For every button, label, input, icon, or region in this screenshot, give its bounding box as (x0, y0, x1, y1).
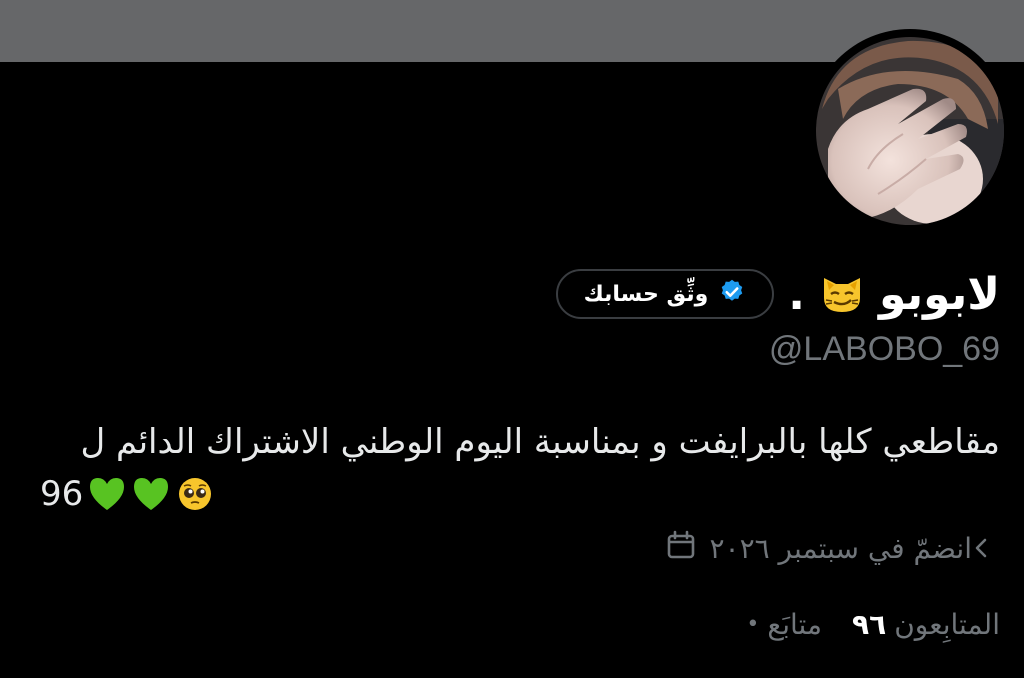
name-suffix: . (788, 268, 806, 320)
verified-badge-icon (718, 278, 746, 310)
display-name: لابوبو (879, 268, 1000, 320)
green-heart-icon (131, 474, 171, 514)
followers-count[interactable]: ٩٦ (852, 608, 886, 641)
verify-account-label: وثِّق حسابك (583, 281, 709, 307)
bio-line-2: 96 (40, 468, 1000, 520)
name-row: لابوبو . وثِّق حسابك (552, 262, 1000, 326)
smirking-cat-icon (819, 271, 865, 317)
pleading-face-icon (175, 474, 215, 514)
avatar-photo (810, 31, 1010, 231)
green-heart-icon (87, 474, 127, 514)
joined-label: انضمّ في سبتمبر ٢٠٢٦ (709, 531, 972, 565)
bio-number: 96 (40, 474, 84, 514)
bio: مقاطعي كلها بالبرايفت و بمناسبة اليوم ال… (40, 416, 1000, 520)
bullet-separator: • (746, 611, 760, 637)
bio-line-1: مقاطعي كلها بالبرايفت و بمناسبة اليوم ال… (80, 422, 1000, 462)
profile-page: لابوبو . وثِّق حسابك @LABOBO_69 مقاطعي ك… (0, 0, 1024, 678)
calendar-icon (665, 529, 697, 568)
avatar[interactable] (808, 29, 1012, 233)
user-handle: @LABOBO_69 (768, 330, 1000, 368)
follow-stats: • متابَع ٩٦ المتابِعون (744, 604, 1000, 644)
joined-date: انضمّ في سبتمبر ٢٠٢٦ (665, 528, 972, 568)
followers-link[interactable]: المتابِعون (894, 608, 1000, 641)
following-link[interactable]: متابَع (767, 608, 822, 641)
chevron-left-icon[interactable] (970, 536, 994, 560)
verify-account-button[interactable]: وثِّق حسابك (555, 269, 775, 319)
